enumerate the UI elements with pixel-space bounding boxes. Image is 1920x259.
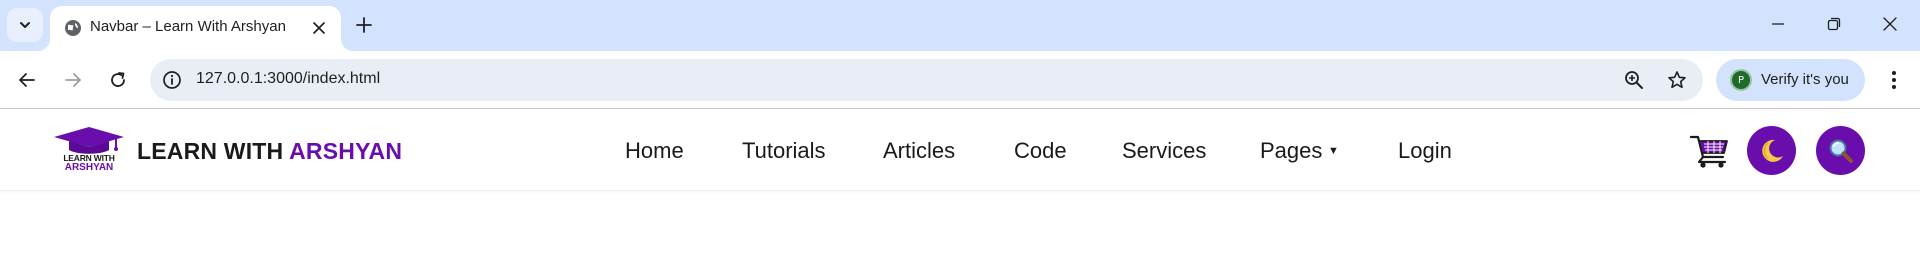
nav-link-articles[interactable]: Articles <box>883 138 955 164</box>
browser-tabstrip: Navbar – Learn With Arshyan <box>0 0 1920 51</box>
nav-link-services[interactable]: Services <box>1122 138 1206 164</box>
chevron-down-icon <box>20 22 30 28</box>
reload-icon <box>111 72 125 87</box>
close-icon <box>1883 17 1897 31</box>
cart-button[interactable] <box>1689 131 1731 169</box>
nav-link-tutorials[interactable]: Tutorials <box>742 138 826 164</box>
restore-icon <box>1827 17 1841 31</box>
nav-link-pages[interactable]: Pages <box>1260 138 1322 164</box>
nav-menu: Home Tutorials Articles Code Services Pa… <box>0 109 1920 190</box>
star-icon <box>1668 71 1686 89</box>
close-icon <box>313 22 325 34</box>
caret-down-icon[interactable]: ▼ <box>1328 145 1339 157</box>
theme-toggle-button[interactable] <box>1747 126 1796 175</box>
url-text[interactable]: 127.0.0.1:3000/index.html <box>196 70 380 88</box>
site-navbar: LEARN WITH ARSHYAN LEARN WITH ARSHYAN Ho… <box>0 109 1920 191</box>
nav-link-code[interactable]: Code <box>1014 138 1067 164</box>
profile-button[interactable]: P Verify it's you <box>1716 59 1865 101</box>
moon-icon <box>1761 139 1783 162</box>
new-tab-button[interactable] <box>353 9 375 41</box>
minimize-window-button[interactable] <box>1764 10 1792 38</box>
site-info-button[interactable] <box>160 68 184 92</box>
restore-window-button[interactable] <box>1820 10 1848 38</box>
tab-search-button[interactable] <box>7 8 43 42</box>
reload-button[interactable] <box>102 64 134 96</box>
kebab-menu-icon <box>1892 71 1896 89</box>
zoom-button[interactable] <box>1622 68 1646 92</box>
search-button[interactable] <box>1816 126 1865 175</box>
browser-menu-button[interactable] <box>1878 64 1910 96</box>
info-icon <box>163 71 181 89</box>
arrow-right-icon <box>65 73 81 87</box>
forward-button[interactable] <box>57 64 89 96</box>
globe-icon <box>65 20 81 36</box>
plus-icon <box>356 17 372 33</box>
zoom-icon <box>1625 71 1643 89</box>
profile-label: Verify it's you <box>1761 71 1849 88</box>
back-button[interactable] <box>11 64 43 96</box>
nav-link-home[interactable]: Home <box>625 138 684 164</box>
browser-tab-active[interactable]: Navbar – Learn With Arshyan <box>50 6 341 51</box>
tab-title: Navbar – Learn With Arshyan <box>90 18 286 35</box>
bookmark-button[interactable] <box>1665 68 1689 92</box>
arrow-left-icon <box>19 73 35 87</box>
avatar: P <box>1730 69 1752 91</box>
shopping-cart-icon <box>1689 135 1728 168</box>
search-icon <box>1829 139 1853 163</box>
close-window-button[interactable] <box>1876 10 1904 38</box>
address-bar[interactable]: 127.0.0.1:3000/index.html <box>150 59 1703 101</box>
minimize-icon <box>1772 23 1784 25</box>
browser-toolbar: 127.0.0.1:3000/index.html P Verify it's … <box>0 51 1920 108</box>
tab-close-button[interactable] <box>308 17 330 39</box>
nav-link-login[interactable]: Login <box>1398 138 1452 164</box>
